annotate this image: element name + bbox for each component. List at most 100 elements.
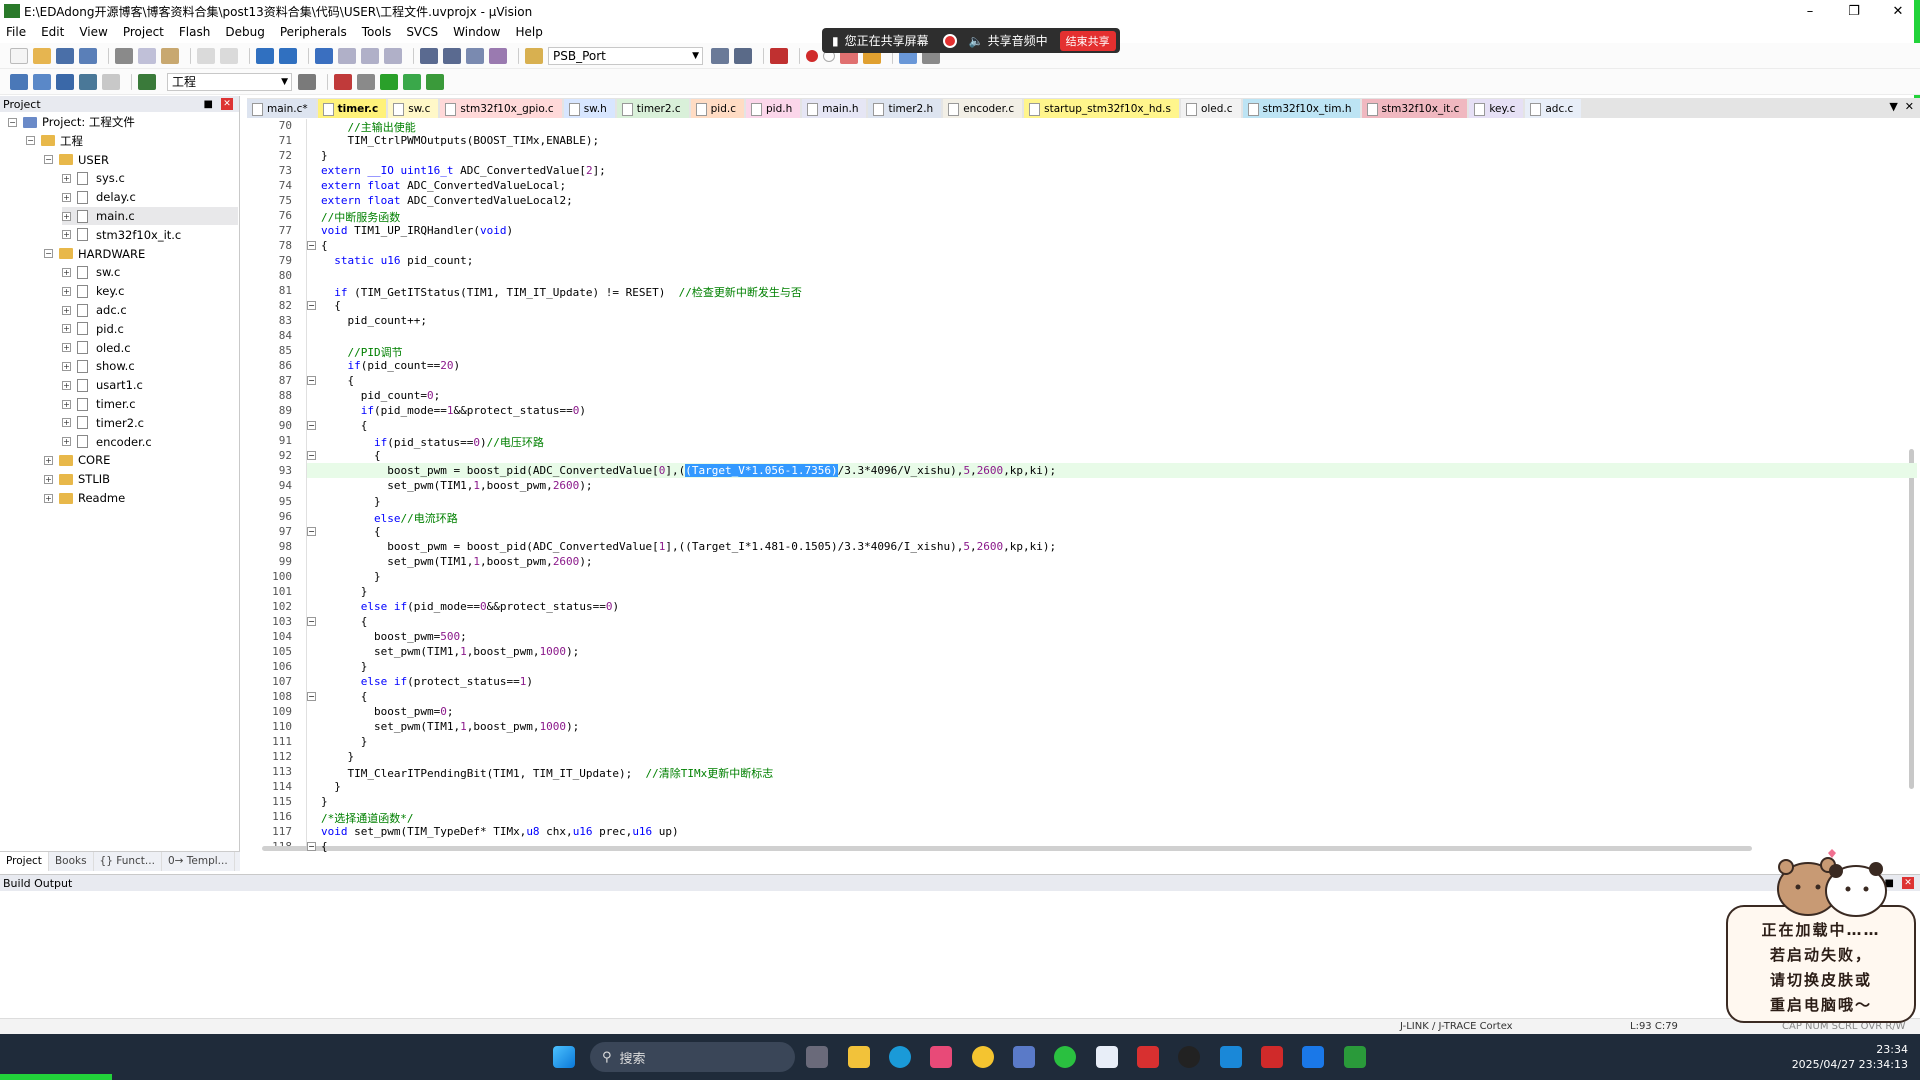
code-line[interactable]: { <box>321 525 381 538</box>
minimize-button[interactable]: – <box>1788 0 1832 22</box>
system-clock[interactable]: 23:34 2025/04/27 23:34:13 <box>1792 1042 1908 1072</box>
find-in-files-icon[interactable] <box>525 47 543 64</box>
keil-uvision-icon[interactable] <box>1344 1046 1366 1068</box>
panel-tab[interactable]: Books <box>49 852 94 871</box>
task-view-icon[interactable] <box>806 1046 828 1068</box>
code-line[interactable]: { <box>321 374 354 387</box>
bookmark-icon[interactable] <box>315 47 333 64</box>
code-editor[interactable]: 70 71 72 73 74 75 76 77 78 79 80 81 82 83 84 85 86 87 88 89… <box>247 119 1920 853</box>
collapse-icon[interactable]: − <box>44 249 53 259</box>
run-time-environment-icon[interactable] <box>426 73 444 90</box>
file-item[interactable]: + sw.c <box>62 263 120 281</box>
target-options-icon[interactable] <box>298 73 316 90</box>
panel-tab[interactable]: 0→ Templ... <box>162 852 235 871</box>
file-item[interactable]: + delay.c <box>62 188 136 206</box>
chrome-icon[interactable] <box>972 1046 994 1068</box>
save-icon[interactable] <box>56 47 74 64</box>
fold-toggle-icon[interactable]: − <box>307 841 316 851</box>
close-panel-icon[interactable]: ✕ <box>221 98 233 110</box>
collapse-icon[interactable]: − <box>8 117 17 127</box>
code-line[interactable]: { <box>321 690 368 703</box>
menu-edit[interactable]: Edit <box>41 25 64 39</box>
expand-icon[interactable]: + <box>62 230 71 240</box>
code-line[interactable]: } <box>321 495 381 508</box>
code-line[interactable]: if (TIM_GetITStatus(TIM1, TIM_IT_Update)… <box>321 284 802 300</box>
code-line[interactable]: } <box>321 570 381 583</box>
code-line[interactable]: boost_pwm=0; <box>321 705 454 718</box>
collapse-icon[interactable]: − <box>26 136 35 146</box>
menu-file[interactable]: File <box>6 25 26 39</box>
edge-browser-icon[interactable] <box>889 1046 911 1068</box>
stop-build-icon[interactable] <box>102 73 120 90</box>
menu-project[interactable]: Project <box>123 25 164 39</box>
fold-toggle-icon[interactable]: − <box>307 526 316 536</box>
uncomment-icon[interactable] <box>489 47 507 64</box>
code-line[interactable]: set_pwm(TIM1,1,boost_pwm,2600); <box>321 479 592 492</box>
breakpoint-icon[interactable] <box>806 49 818 62</box>
wps-icon[interactable] <box>1137 1046 1159 1068</box>
panel-tab[interactable]: {} Funct... <box>94 852 162 871</box>
expand-icon[interactable]: + <box>44 474 53 484</box>
expand-icon[interactable]: + <box>44 493 53 503</box>
expand-icon[interactable]: + <box>62 380 71 390</box>
editor-tab[interactable]: timer2.h <box>868 99 942 118</box>
vertical-scrollbar[interactable] <box>1909 449 1914 789</box>
code-line[interactable]: extern float ADC_ConvertedValueLocal2; <box>321 194 573 207</box>
code-line[interactable]: TIM_ClearITPendingBit(TIM1, TIM_IT_Updat… <box>321 765 773 781</box>
code-line[interactable]: { <box>321 239 328 252</box>
paste-icon[interactable] <box>161 47 179 64</box>
code-line[interactable]: static u16 pid_count; <box>321 254 473 267</box>
code-line[interactable]: pid_count=0; <box>321 389 440 402</box>
qq-icon[interactable] <box>1178 1046 1200 1068</box>
code-line[interactable]: { <box>321 299 341 312</box>
fold-toggle-icon[interactable]: − <box>307 616 316 626</box>
editor-tab[interactable]: stm32f10x_it.c <box>1361 99 1468 118</box>
indent-icon[interactable] <box>420 47 438 64</box>
menu-tools[interactable]: Tools <box>362 25 392 39</box>
fold-toggle-icon[interactable]: − <box>307 691 316 701</box>
editor-tab[interactable]: main.h <box>802 99 867 118</box>
file-item[interactable]: + timer2.c <box>62 414 144 432</box>
manage-rte-icon[interactable] <box>357 73 375 90</box>
code-line[interactable]: //PID调节 <box>321 344 403 360</box>
open-folder-icon[interactable] <box>33 47 51 64</box>
project-root[interactable]: − Project: 工程文件 <box>8 113 135 131</box>
fold-toggle-icon[interactable]: − <box>307 301 316 311</box>
file-item[interactable]: + sys.c <box>62 169 125 187</box>
collapse-icon[interactable]: − <box>44 155 53 165</box>
horizontal-scrollbar[interactable] <box>262 846 1752 851</box>
wps-writer-icon[interactable] <box>1261 1046 1283 1068</box>
navigate-forward-icon[interactable] <box>279 47 297 64</box>
code-line[interactable]: } <box>321 660 368 673</box>
browser-search-icon[interactable] <box>1220 1046 1242 1068</box>
start-menu-icon[interactable] <box>553 1046 575 1068</box>
code-line[interactable]: set_pwm(TIM1,1,boost_pwm,2600); <box>321 555 592 568</box>
save-all-icon[interactable] <box>79 47 97 64</box>
code-line[interactable]: { <box>321 840 328 853</box>
folder-core[interactable]: + CORE <box>44 451 110 469</box>
file-item[interactable]: + usart1.c <box>62 376 143 394</box>
expand-icon[interactable]: + <box>62 211 71 221</box>
file-item[interactable]: + encoder.c <box>62 433 152 451</box>
wechat-icon[interactable] <box>1054 1046 1076 1068</box>
menu-view[interactable]: View <box>79 25 107 39</box>
tab-controls[interactable]: ▼ ✕ <box>1889 100 1914 113</box>
editor-tab[interactable]: timer2.c <box>616 99 689 118</box>
target-combo[interactable]: PSB_Port ▼ <box>548 46 703 65</box>
editor-tab[interactable]: sw.h <box>563 99 615 118</box>
manage-components-icon[interactable] <box>334 73 352 90</box>
editor-tab[interactable]: pid.h <box>746 99 801 118</box>
file-item[interactable]: + adc.c <box>62 301 127 319</box>
file-explorer-icon[interactable] <box>848 1046 870 1068</box>
meeting-app-icon[interactable] <box>1302 1046 1324 1068</box>
comment-icon[interactable] <box>466 47 484 64</box>
expand-icon[interactable]: + <box>62 361 71 371</box>
code-line[interactable]: extern __IO uint16_t ADC_ConvertedValue[… <box>321 164 606 177</box>
editor-tab[interactable]: startup_stm32f10x_hd.s <box>1024 99 1179 118</box>
code-line[interactable]: { <box>321 449 381 462</box>
folder-hardware[interactable]: − HARDWARE <box>44 245 145 263</box>
cut-icon[interactable] <box>115 47 133 64</box>
folder-user[interactable]: − USER <box>44 151 109 169</box>
editor-tab[interactable]: adc.c <box>1525 99 1582 118</box>
expand-icon[interactable]: + <box>62 399 71 409</box>
